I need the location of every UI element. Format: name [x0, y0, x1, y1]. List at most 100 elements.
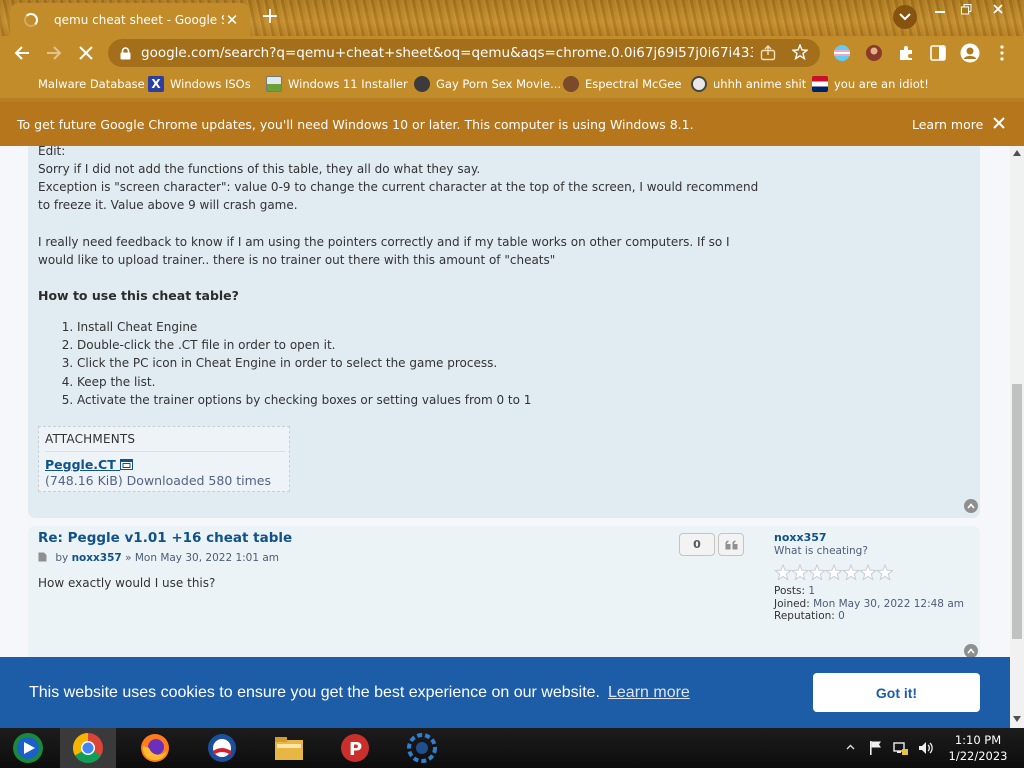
list-item: Keep the list.: [77, 373, 531, 391]
taskbar-p-app[interactable]: P: [327, 728, 383, 768]
forward-button[interactable]: [44, 43, 64, 63]
cookie-message: This website uses cookies to ensure you …: [29, 683, 600, 701]
bookmark-label: Espectral McGee: [585, 77, 682, 91]
profile-button[interactable]: [960, 43, 980, 63]
bookmark-item[interactable]: Malware Database: [16, 76, 145, 92]
tab-close-icon[interactable]: ✕: [224, 11, 240, 29]
cookie-learn-more-link[interactable]: Learn more: [608, 684, 690, 702]
update-infobar: To get future Google Chrome updates, you…: [0, 102, 1024, 146]
restore-icon: [960, 3, 971, 14]
cookie-accept-button[interactable]: Got it!: [813, 673, 980, 712]
arrow-left-icon: [14, 46, 29, 60]
extension-flag-icon[interactable]: [832, 43, 852, 63]
bookmark-item[interactable]: uhhh anime shit: [691, 76, 806, 92]
arrow-right-icon: [47, 46, 62, 60]
tab-strip: qemu cheat sheet - Google Search ✕ +: [0, 0, 1024, 36]
rating-star-icon: [774, 563, 792, 581]
bookmark-label: you are an idiot!: [834, 77, 929, 91]
rating-star-icon: [876, 563, 894, 581]
extensions-button[interactable]: [896, 43, 916, 63]
attachment-file-name[interactable]: Peggle.CT: [45, 457, 116, 472]
infobar-message: To get future Google Chrome updates, you…: [17, 116, 694, 132]
profile-reputation: Reputation: 0: [774, 610, 964, 623]
vote-count-button[interactable]: 0: [679, 533, 715, 556]
infobar-learn-more-link[interactable]: Learn more: [912, 117, 983, 132]
bookmark-item[interactable]: X Windows ISOs: [148, 76, 251, 92]
scroll-up-arrow-icon[interactable]: [1013, 150, 1021, 156]
profile-username-link[interactable]: noxx357: [774, 531, 964, 544]
post-title-link[interactable]: Re: Peggle v1.01 +16 cheat table: [38, 530, 292, 546]
show-hidden-icons[interactable]: [846, 744, 855, 750]
taskbar-chrome[interactable]: [60, 728, 116, 768]
page-scrollbar[interactable]: [1010, 146, 1024, 728]
trans-flag-icon: [834, 45, 850, 61]
network-icon[interactable]: [893, 740, 909, 756]
list-item: Install Cheat Engine: [77, 318, 531, 336]
taskbar-obama-app[interactable]: [194, 728, 250, 768]
profile-rank: What is cheating?: [774, 545, 868, 557]
tab-google-search[interactable]: qemu cheat sheet - Google Search ✕: [10, 3, 250, 36]
bookmark-item[interactable]: Gay Porn Sex Movie...: [414, 76, 561, 92]
profile-joined: Joined: Mon May 30, 2022 12:48 am: [774, 598, 964, 611]
stop-button[interactable]: [76, 43, 96, 63]
blank-icon: [16, 76, 32, 92]
taskbar-file-explorer[interactable]: [261, 728, 317, 768]
post-text-line: would like to upload trainer.. there is …: [38, 253, 556, 267]
puzzle-icon: [900, 46, 912, 60]
new-tab-button[interactable]: +: [259, 6, 281, 28]
back-button[interactable]: [12, 43, 32, 63]
restore-button[interactable]: [952, 1, 980, 17]
bookmark-label: uhhh anime shit: [713, 77, 807, 91]
tab-search-button[interactable]: [893, 5, 917, 29]
bookmark-item[interactable]: Espectral McGee: [563, 76, 681, 92]
bookmark-item[interactable]: you are an idiot!: [812, 76, 929, 92]
taskbar-cheat-engine[interactable]: [394, 728, 450, 768]
post-text-line: to freeze it. Value above 9 will crash g…: [38, 198, 298, 212]
attachments-box: ATTACHMENTS Peggle.CT (748.16 KiB) Downl…: [38, 426, 290, 492]
url-text[interactable]: google.com/search?q=qemu+cheat+sheet&oq=…: [141, 45, 753, 61]
posts-value-link[interactable]: 1: [808, 585, 815, 597]
file-explorer-icon: [275, 737, 303, 760]
system-clock[interactable]: 1:10 PM 1/22/2023: [938, 732, 1018, 764]
back-to-top-button[interactable]: [964, 499, 978, 513]
scroll-down-arrow-icon[interactable]: [1013, 716, 1021, 722]
taskbar-firefox[interactable]: [127, 728, 183, 768]
address-bar[interactable]: google.com/search?q=qemu+cheat+sheet&oq=…: [108, 39, 820, 67]
reputation-label: Reputation:: [774, 610, 835, 622]
minimize-button[interactable]: [926, 1, 954, 17]
byline-prefix: by: [55, 552, 69, 564]
joined-value: Mon May 30, 2022 12:48 am: [813, 597, 964, 610]
profile-icon: [960, 43, 980, 63]
scrollbar-thumb[interactable]: [1012, 384, 1022, 639]
chrome-menu-button[interactable]: [992, 43, 1012, 63]
cheat-engine-icon: [407, 733, 437, 763]
rating-star-icon: [825, 563, 843, 581]
attachment-file-link[interactable]: Peggle.CT: [45, 457, 134, 472]
clock-time: 1:10 PM: [954, 733, 1002, 747]
share-icon[interactable]: [760, 45, 776, 61]
close-window-button[interactable]: [984, 1, 1012, 17]
extension-avatar-icon[interactable]: [864, 43, 884, 63]
side-panel-button[interactable]: [928, 43, 948, 63]
post-text-line: I really need feedback to know if I am u…: [38, 235, 730, 249]
list-item: Click the PC icon in Cheat Engine in ord…: [77, 354, 531, 372]
quote-button[interactable]: [718, 533, 744, 556]
chevron-up-icon: [967, 648, 975, 654]
rating-star-icon: [859, 563, 877, 581]
post-file-icon[interactable]: [38, 552, 47, 562]
byline-author-link[interactable]: noxx357: [72, 552, 122, 564]
bookmark-label: Windows 11 Installer: [288, 77, 408, 91]
obama-logo-icon: [208, 734, 236, 762]
taskbar-media-center[interactable]: [0, 728, 56, 768]
infobar-close-icon[interactable]: [992, 116, 1006, 130]
bookmark-star-icon[interactable]: [792, 44, 808, 60]
bookmark-label: Malware Database: [38, 77, 145, 91]
loading-spinner-icon: [24, 12, 38, 27]
action-center-flag-icon[interactable]: [869, 740, 883, 756]
back-to-top-button[interactable]: [964, 644, 978, 658]
bookmark-item[interactable]: Windows 11 Installer: [266, 76, 408, 92]
avatar-icon: [866, 45, 882, 61]
forum-page: Edit: Sorry if I did not add the functio…: [0, 146, 1010, 726]
chevron-down-icon: [899, 13, 911, 21]
volume-icon[interactable]: [918, 740, 934, 756]
